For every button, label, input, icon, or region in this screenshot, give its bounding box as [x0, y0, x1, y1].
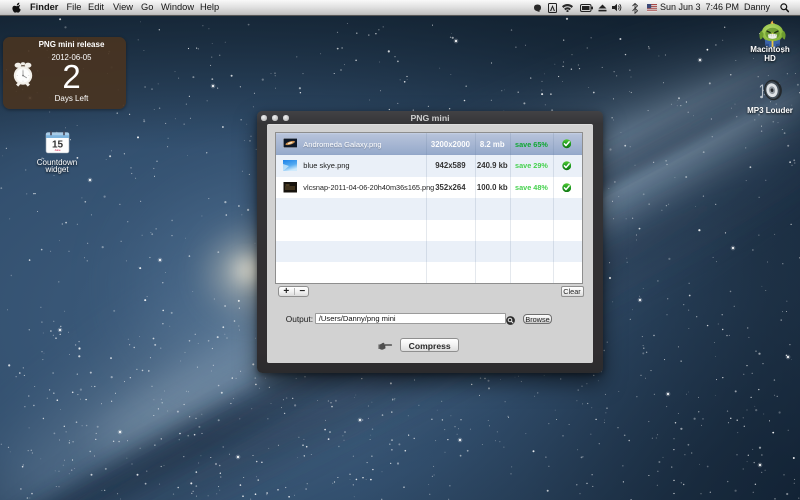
svg-text:June: June	[54, 148, 61, 152]
